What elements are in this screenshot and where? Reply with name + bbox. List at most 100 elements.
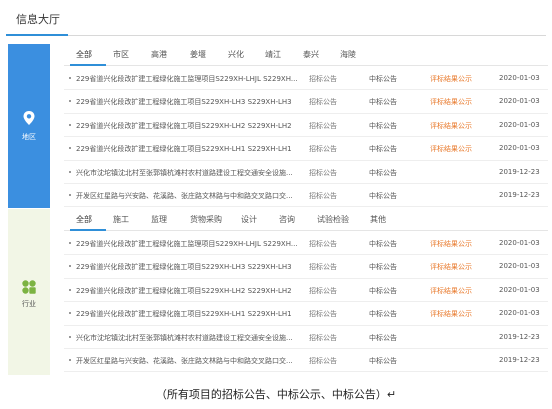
item-date: 2019-12-23 [499, 167, 540, 176]
region-tab-xinghua[interactable]: 兴化 [228, 49, 244, 60]
bullet [69, 147, 71, 150]
item-type[interactable]: 招标公告 [309, 356, 337, 366]
item-stage[interactable]: 中标公告 [369, 309, 397, 319]
item-type[interactable]: 招标公告 [309, 121, 337, 131]
list-item[interactable]: 229省道兴化段改扩建工程绿化施工项目S229XH-LH3 S229XH-LH3… [64, 255, 548, 279]
header-accent-bar [6, 34, 68, 36]
item-status[interactable]: 评标结果公示 [430, 121, 472, 131]
item-type[interactable]: 招标公告 [309, 168, 337, 178]
item-type[interactable]: 招标公告 [309, 309, 337, 319]
industry-side-panel: 行业 [8, 209, 50, 375]
item-date: 2020-01-03 [499, 97, 540, 106]
item-title[interactable]: 开发区红星路与兴安路、花溪路、张庄路文林路与中和路交叉路口交... [76, 191, 306, 201]
list-item[interactable]: 开发区红星路与兴安路、花溪路、张庄路文林路与中和路交叉路口交... 招标公告 中标公… [64, 184, 548, 208]
item-type[interactable]: 招标公告 [309, 144, 337, 154]
item-stage[interactable]: 中标公告 [369, 144, 397, 154]
bullet [69, 77, 71, 79]
region-tab-jingjiang[interactable]: 靖江 [265, 49, 281, 60]
item-title[interactable]: 229省道兴化段改扩建工程绿化施工项目S229XH-LH1 S229XH-LH1 [76, 144, 306, 154]
list-item[interactable]: 229省道兴化段改扩建工程绿化施工监理项目S229XH-LHJL S229XH.… [64, 67, 548, 91]
item-title[interactable]: 229省道兴化段改扩建工程绿化施工项目S229XH-LH2 S229XH-LH2 [76, 286, 306, 296]
bullet [69, 358, 71, 361]
industry-tab-other[interactable]: 其他 [370, 214, 386, 225]
industry-tab-design[interactable]: 设计 [241, 214, 257, 225]
bullet [69, 100, 71, 103]
item-status[interactable]: 评标结果公示 [430, 74, 472, 84]
region-tab-hailing[interactable]: 海陵 [340, 49, 356, 60]
item-type[interactable]: 招标公告 [309, 262, 337, 272]
region-tabs: 全部 市区 高港 姜堰 兴化 靖江 泰兴 海陵 [64, 44, 548, 66]
industry-tabs: 全部 施工 监理 货物采购 设计 咨询 试验检验 其他 [64, 209, 548, 231]
item-title[interactable]: 229省道兴化段改扩建工程绿化施工项目S229XH-LH3 S229XH-LH3 [76, 97, 306, 107]
region-side-label: 地区 [22, 133, 36, 141]
region-tab-urban[interactable]: 市区 [113, 49, 129, 60]
bullet [69, 242, 71, 244]
item-status[interactable]: 评标结果公示 [430, 97, 472, 107]
industry-tab-procurement[interactable]: 货物采购 [190, 214, 222, 225]
item-date: 2020-01-03 [499, 120, 540, 129]
item-stage[interactable]: 中标公告 [369, 191, 397, 201]
item-title[interactable]: 开发区红星路与兴安路、花溪路、张庄路文林路与中和路交叉路口交... [76, 356, 306, 366]
item-stage[interactable]: 中标公告 [369, 74, 397, 84]
item-type[interactable]: 招标公告 [309, 333, 337, 343]
item-status[interactable]: 评标结果公示 [430, 144, 472, 154]
bullet [69, 193, 71, 196]
region-tab-taixing[interactable]: 泰兴 [303, 49, 319, 60]
list-item[interactable]: 开发区红星路与兴安路、花溪路、张庄路文林路与中和路交叉路口交... 招标公告 中标公… [64, 349, 548, 373]
header-divider [6, 35, 546, 36]
item-date: 2020-01-03 [499, 144, 540, 153]
industry-tab-testing[interactable]: 试验检验 [317, 214, 349, 225]
item-status[interactable]: 评标结果公示 [430, 262, 472, 272]
item-title[interactable]: 229省道兴化段改扩建工程绿化施工项目S229XH-LH1 S229XH-LH1 [76, 309, 306, 319]
industry-tab-active-underline [70, 229, 106, 231]
item-title[interactable]: 229省道兴化段改扩建工程绿化施工项目S229XH-LH2 S229XH-LH2 [76, 121, 306, 131]
list-item[interactable]: 229省道兴化段改扩建工程绿化施工项目S229XH-LH2 S229XH-LH2… [64, 279, 548, 303]
bullet [69, 335, 71, 338]
item-stage[interactable]: 中标公告 [369, 262, 397, 272]
item-stage[interactable]: 中标公告 [369, 239, 397, 249]
list-item[interactable]: 229省道兴化段改扩建工程绿化施工项目S229XH-LH1 S229XH-LH1… [64, 302, 548, 326]
item-type[interactable]: 招标公告 [309, 74, 337, 84]
list-item[interactable]: 229省道兴化段改扩建工程绿化施工项目S229XH-LH1 S229XH-LH1… [64, 137, 548, 161]
item-type[interactable]: 招标公告 [309, 191, 337, 201]
list-item[interactable]: 兴化市沈坨镇沈北村至张郭镇杭滩村农村道路建设工程交通安全设施... 招标公告 中标公… [64, 326, 548, 349]
item-status[interactable]: 评标结果公示 [430, 286, 472, 296]
region-side-panel: 地区 [8, 44, 50, 208]
item-title[interactable]: 兴化市沈坨镇沈北村至张郭镇杭滩村农村道路建设工程交通安全设施... [76, 333, 306, 343]
item-stage[interactable]: 中标公告 [369, 121, 397, 131]
item-status[interactable]: 评标结果公示 [430, 239, 472, 249]
list-item[interactable]: 229省道兴化段改扩建工程绿化施工项目S229XH-LH2 S229XH-LH2… [64, 114, 548, 138]
item-type[interactable]: 招标公告 [309, 239, 337, 249]
list-item[interactable]: 兴化市沈坨镇沈北村至张郭镇杭滩村农村道路建设工程交通安全设施... 招标公告 中标公… [64, 161, 548, 184]
item-type[interactable]: 招标公告 [309, 97, 337, 107]
region-tab-jiangyan[interactable]: 姜堰 [190, 49, 206, 60]
item-status[interactable]: 评标结果公示 [430, 309, 472, 319]
item-stage[interactable]: 中标公告 [369, 356, 397, 366]
industry-tab-all[interactable]: 全部 [76, 214, 92, 225]
bullet [69, 123, 71, 126]
item-type[interactable]: 招标公告 [309, 286, 337, 296]
item-date: 2019-12-23 [499, 332, 540, 341]
item-stage[interactable]: 中标公告 [369, 168, 397, 178]
industry-tab-supervision[interactable]: 监理 [151, 214, 167, 225]
item-date: 2020-01-03 [499, 74, 540, 82]
item-title[interactable]: 229省道兴化段改扩建工程绿化施工项目S229XH-LH3 S229XH-LH3 [76, 262, 306, 272]
region-tab-all[interactable]: 全部 [76, 49, 92, 60]
item-title[interactable]: 229省道兴化段改扩建工程绿化施工监理项目S229XH-LHJL S229XH.… [76, 239, 306, 249]
item-title[interactable]: 兴化市沈坨镇沈北村至张郭镇杭滩村农村道路建设工程交通安全设施... [76, 168, 306, 178]
bullet [69, 288, 71, 291]
page-title: 信息大厅 [16, 13, 60, 26]
item-title[interactable]: 229省道兴化段改扩建工程绿化施工监理项目S229XH-LHJL S229XH.… [76, 74, 306, 84]
item-date: 2019-12-23 [499, 190, 540, 199]
region-tab-gaogang[interactable]: 高港 [151, 49, 167, 60]
item-stage[interactable]: 中标公告 [369, 286, 397, 296]
list-item[interactable]: 229省道兴化段改扩建工程绿化施工项目S229XH-LH3 S229XH-LH3… [64, 90, 548, 114]
industry-tab-consulting[interactable]: 咨询 [279, 214, 295, 225]
list-item[interactable]: 229省道兴化段改扩建工程绿化施工监理项目S229XH-LHJL S229XH.… [64, 232, 548, 256]
item-date: 2019-12-23 [499, 355, 540, 364]
item-stage[interactable]: 中标公告 [369, 333, 397, 343]
region-section: 地区 全部 市区 高港 姜堰 兴化 靖江 泰兴 海陵 229省道兴化段改扩建工程… [8, 44, 548, 208]
item-stage[interactable]: 中标公告 [369, 97, 397, 107]
item-date: 2020-01-03 [499, 285, 540, 294]
industry-tab-construction[interactable]: 施工 [113, 214, 129, 225]
